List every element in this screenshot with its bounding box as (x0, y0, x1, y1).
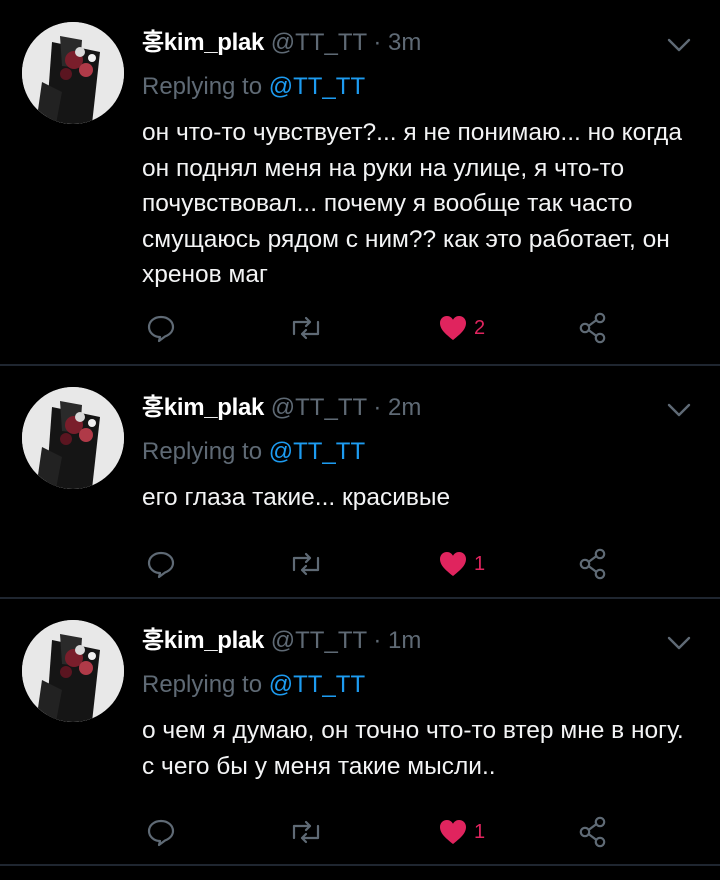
like-count: 1 (474, 820, 486, 843)
share-icon (578, 816, 608, 848)
action-bar: 1 (142, 814, 702, 854)
replying-to: Replying to @TT_TT (142, 437, 365, 467)
share-button[interactable] (578, 310, 608, 346)
user-handle[interactable]: @TT_TT (271, 394, 367, 421)
retweet-button[interactable] (288, 814, 324, 850)
separator: · (373, 29, 382, 56)
display-name[interactable]: 홍kim_plak (142, 627, 264, 654)
retweet-icon (288, 817, 324, 847)
tweet-text: он что-то чувствует?... я не понимаю... … (142, 119, 682, 288)
reply-target-link[interactable]: @TT_TT (269, 438, 365, 465)
tweet-header: 홍kim_plak @TT_TT · 1m (142, 626, 421, 656)
separator: · (373, 394, 382, 421)
timestamp[interactable]: 1m (388, 627, 421, 654)
user-handle[interactable]: @TT_TT (271, 627, 367, 654)
share-icon (578, 548, 608, 580)
display-name[interactable]: 홍kim_plak (142, 29, 264, 56)
chevron-down-icon[interactable] (666, 36, 692, 54)
chevron-down-icon[interactable] (666, 401, 692, 419)
replying-to-label: Replying to (142, 438, 263, 465)
reply-target-link[interactable]: @TT_TT (269, 73, 365, 100)
replying-to: Replying to @TT_TT (142, 670, 365, 700)
retweet-button[interactable] (288, 310, 324, 346)
like-button[interactable]: 2 (438, 310, 485, 346)
action-bar: 1 (142, 546, 702, 586)
reply-button[interactable] (146, 310, 176, 346)
comment-icon (146, 313, 176, 343)
heart-icon (438, 550, 468, 578)
comment-icon (146, 549, 176, 579)
reply-target-link[interactable]: @TT_TT (269, 671, 365, 698)
heart-icon (438, 818, 468, 846)
replying-to-label: Replying to (142, 73, 263, 100)
tweet-text: о чем я думаю, он точно что-то втер мне … (142, 717, 684, 780)
reply-button[interactable] (146, 814, 176, 850)
replying-to: Replying to @TT_TT (142, 72, 365, 102)
heart-icon (438, 314, 468, 342)
timestamp[interactable]: 2m (388, 394, 421, 421)
tweet[interactable]: 홍kim_plak @TT_TT · 2m Replying to @TT_TT… (0, 365, 720, 599)
avatar[interactable] (22, 22, 124, 124)
timestamp[interactable]: 3m (388, 29, 421, 56)
separator: · (373, 627, 382, 654)
tweet[interactable]: 홍kim_plak @TT_TT · 3m Replying to @TT_TT… (0, 0, 720, 366)
user-handle[interactable]: @TT_TT (271, 29, 367, 56)
comment-icon (146, 817, 176, 847)
display-name[interactable]: 홍kim_plak (142, 394, 264, 421)
share-button[interactable] (578, 546, 608, 582)
like-button[interactable]: 1 (438, 546, 485, 582)
share-button[interactable] (578, 814, 608, 850)
tweet-header: 홍kim_plak @TT_TT · 2m (142, 393, 421, 423)
tweet[interactable]: 홍kim_plak @TT_TT · 1m Replying to @TT_TT… (0, 598, 720, 866)
chevron-down-icon[interactable] (666, 634, 692, 652)
like-count: 2 (474, 316, 486, 339)
like-count: 1 (474, 552, 486, 575)
like-button[interactable]: 1 (438, 814, 485, 850)
tweet-text: его глаза такие... красивые (142, 484, 451, 511)
replying-to-label: Replying to (142, 671, 263, 698)
retweet-icon (288, 549, 324, 579)
share-icon (578, 312, 608, 344)
reply-button[interactable] (146, 546, 176, 582)
retweet-icon (288, 313, 324, 343)
avatar[interactable] (22, 620, 124, 722)
action-bar: 2 (142, 310, 702, 350)
retweet-button[interactable] (288, 546, 324, 582)
avatar[interactable] (22, 387, 124, 489)
tweet-header: 홍kim_plak @TT_TT · 3m (142, 28, 421, 58)
